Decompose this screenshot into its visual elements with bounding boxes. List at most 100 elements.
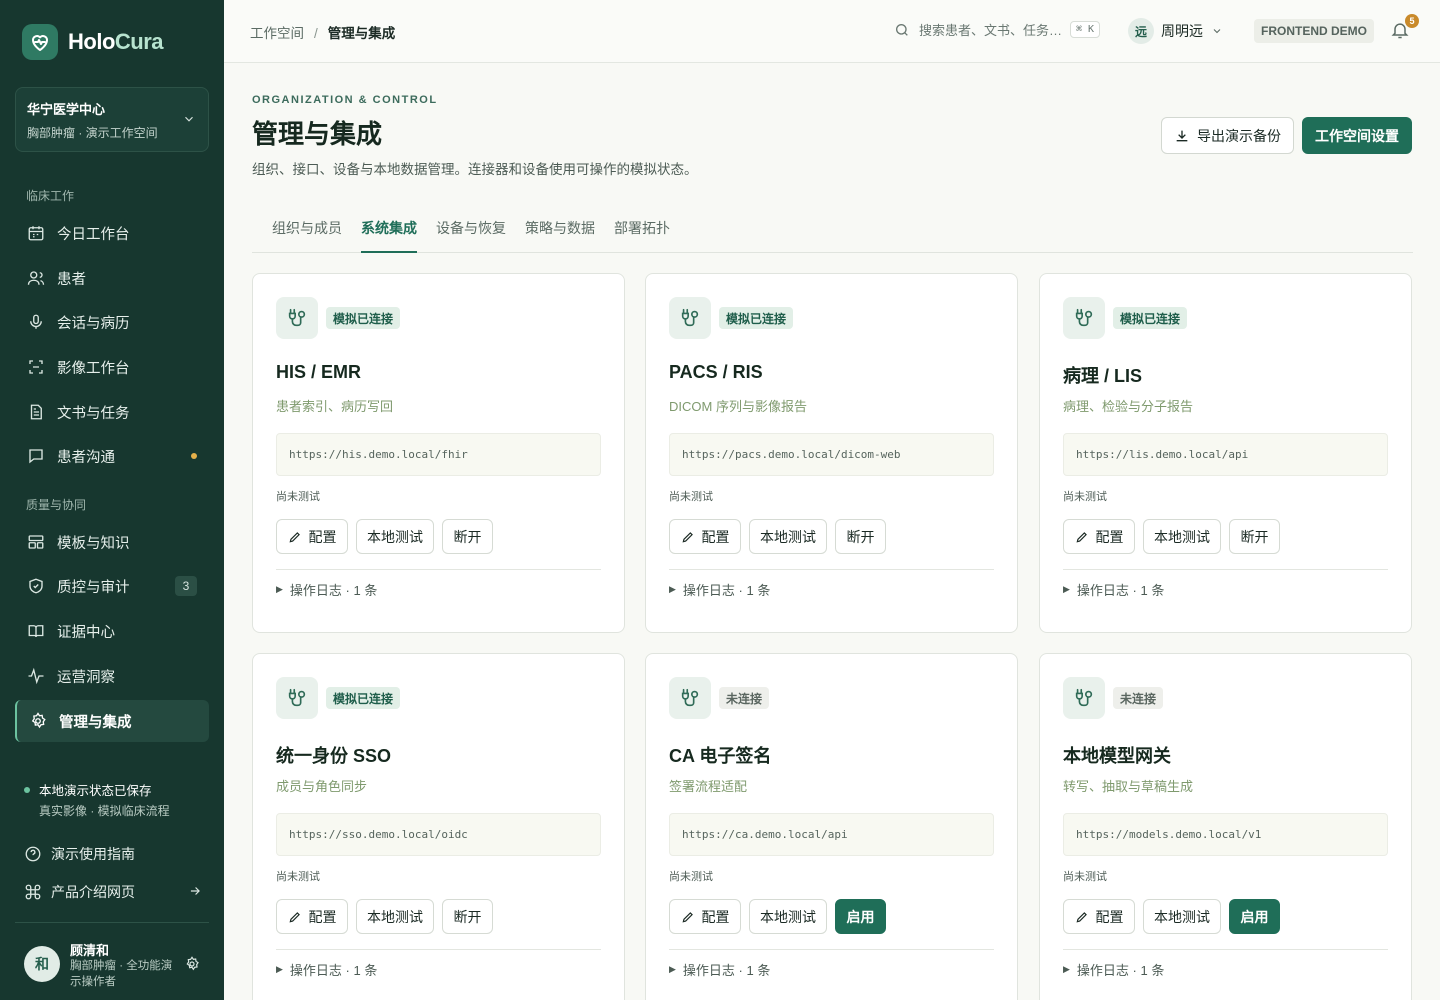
tab-bar: 组织与成员 系统集成 设备与恢复 策略与数据 部署拓扑 [252, 205, 1413, 253]
connector-card: 未连接 本地模型网关 转写、抽取与草稿生成 https://models.dem… [1039, 653, 1412, 1000]
sidebar-item-templates[interactable]: 模板与知识 [15, 521, 209, 563]
brand-name: HoloCura [68, 29, 164, 54]
tab-topology[interactable]: 部署拓扑 [614, 218, 670, 253]
workspace-settings-button[interactable]: 工作空间设置 [1302, 117, 1412, 154]
configure-button[interactable]: 配置 [276, 519, 348, 554]
sidebar-item-sessions[interactable]: 会话与病历 [15, 301, 209, 343]
workspace-name: 华宁医学中心 [27, 102, 106, 117]
local-test-button[interactable]: 本地测试 [356, 519, 434, 554]
configure-button[interactable]: 配置 [669, 899, 741, 934]
configure-button[interactable]: 配置 [669, 519, 741, 554]
endpoint-url-field[interactable]: https://lis.demo.local/api [1063, 433, 1388, 476]
command-icon [24, 883, 42, 901]
user-role: 胸部肿瘤 · 全功能演示操作者 [70, 960, 173, 988]
plug-icon [276, 677, 318, 719]
endpoint-url-field[interactable]: https://his.demo.local/fhir [276, 433, 601, 476]
search-icon [894, 22, 910, 38]
sidebar-item-communication[interactable]: 患者沟通 [15, 435, 209, 477]
scan-icon [27, 358, 45, 376]
connector-title: HIS / EMR [276, 362, 362, 382]
configure-button[interactable]: 配置 [1063, 899, 1135, 934]
sidebar-item-label: 患者 [57, 271, 86, 288]
operation-log-toggle[interactable]: ▶ 操作日志 · 1 条 [1063, 580, 1164, 599]
caret-right-icon: ▶ [276, 584, 283, 594]
status-badge: 模拟已连接 [719, 307, 794, 329]
workspace-switcher[interactable]: 华宁医学中心 胸部肿瘤 · 演示工作空间 [15, 87, 209, 152]
avatar: 远 [1128, 18, 1154, 44]
connector-description: 患者索引、病历写回 [276, 399, 394, 414]
connector-title: 本地模型网关 [1063, 746, 1171, 766]
demo-guide-link[interactable]: 演示使用指南 [24, 839, 202, 869]
message-icon [27, 447, 45, 465]
connector-card: 模拟已连接 HIS / EMR 患者索引、病历写回 https://his.de… [252, 273, 625, 633]
disconnect-button[interactable]: 断开 [835, 519, 886, 554]
card-divider [669, 949, 994, 950]
disconnect-button[interactable]: 断开 [442, 899, 493, 934]
sidebar-item-label: 模板与知识 [57, 535, 130, 552]
pencil-icon [288, 910, 302, 924]
sidebar-item-admin[interactable]: 管理与集成 [15, 700, 209, 742]
operation-log-toggle[interactable]: ▶ 操作日志 · 1 条 [669, 580, 770, 599]
tab-policy[interactable]: 策略与数据 [525, 218, 595, 253]
section-quality: 质量与协同 [26, 498, 87, 512]
sidebar-item-documents[interactable]: 文书与任务 [15, 391, 209, 433]
status-badge: 模拟已连接 [326, 307, 401, 329]
export-backup-button[interactable]: 导出演示备份 [1161, 117, 1294, 154]
breadcrumb-root[interactable]: 工作空间 [250, 26, 304, 41]
disconnect-button[interactable]: 断开 [442, 519, 493, 554]
brand[interactable]: HoloCura [22, 24, 164, 60]
global-search[interactable]: 搜索患者、文书、任务… ⌘ K [894, 20, 1101, 39]
configure-button[interactable]: 配置 [276, 899, 348, 934]
status-badge: 模拟已连接 [1113, 307, 1188, 329]
operation-log-toggle[interactable]: ▶ 操作日志 · 1 条 [1063, 960, 1164, 979]
download-icon [1174, 128, 1190, 144]
endpoint-url-field[interactable]: https://ca.demo.local/api [669, 813, 994, 856]
product-page-link[interactable]: 产品介绍网页 [24, 877, 202, 907]
local-test-button[interactable]: 本地测试 [749, 519, 827, 554]
sidebar-item-label: 证据中心 [57, 624, 115, 641]
tab-organization[interactable]: 组织与成员 [272, 218, 342, 253]
heart-logo-icon [22, 24, 58, 60]
connector-description: 病理、检验与分子报告 [1063, 399, 1194, 414]
sidebar-item-today[interactable]: 今日工作台 [15, 212, 209, 254]
endpoint-url-field[interactable]: https://models.demo.local/v1 [1063, 813, 1388, 856]
local-test-button[interactable]: 本地测试 [749, 899, 827, 934]
caret-right-icon: ▶ [1063, 964, 1070, 974]
pencil-icon [681, 530, 695, 544]
connector-title: PACS / RIS [669, 362, 763, 382]
disconnect-button[interactable]: 断开 [1229, 519, 1280, 554]
endpoint-url-field[interactable]: https://sso.demo.local/oidc [276, 813, 601, 856]
caret-right-icon: ▶ [669, 584, 676, 594]
saved-status: 本地演示状态已保存 [24, 780, 152, 799]
user-settings-gear-icon[interactable] [184, 956, 200, 977]
endpoint-url-field[interactable]: https://pacs.demo.local/dicom-web [669, 433, 994, 476]
local-test-button[interactable]: 本地测试 [1143, 899, 1221, 934]
help-icon [24, 845, 42, 863]
test-status: 尚未测试 [669, 871, 713, 883]
sidebar-item-evidence[interactable]: 证据中心 [15, 610, 209, 652]
sidebar-item-label: 患者沟通 [57, 449, 115, 466]
connector-title: CA 电子签名 [669, 746, 772, 766]
local-test-button[interactable]: 本地测试 [356, 899, 434, 934]
local-test-button[interactable]: 本地测试 [1143, 519, 1221, 554]
chevron-down-icon [182, 112, 196, 131]
notification-count-badge: 5 [1405, 14, 1419, 28]
sidebar-item-label: 质控与审计 [57, 579, 130, 596]
operation-log-toggle[interactable]: ▶ 操作日志 · 1 条 [276, 960, 377, 979]
operation-log-toggle[interactable]: ▶ 操作日志 · 1 条 [669, 960, 770, 979]
connector-card: 模拟已连接 PACS / RIS DICOM 序列与影像报告 https://p… [645, 273, 1018, 633]
quality-count-badge: 3 [175, 576, 197, 596]
sidebar-item-quality[interactable]: 质控与审计 3 [15, 565, 209, 607]
enable-button[interactable]: 启用 [1229, 899, 1280, 934]
configure-button[interactable]: 配置 [1063, 519, 1135, 554]
user-menu-name: 周明远 [1161, 23, 1203, 39]
tab-integration[interactable]: 系统集成 [361, 218, 417, 253]
tab-devices[interactable]: 设备与恢复 [436, 218, 506, 253]
enable-button[interactable]: 启用 [835, 899, 886, 934]
sidebar-item-patients[interactable]: 患者 [15, 257, 209, 299]
sidebar-item-imaging[interactable]: 影像工作台 [15, 346, 209, 388]
sidebar-item-insights[interactable]: 运营洞察 [15, 655, 209, 697]
connector-card: 模拟已连接 统一身份 SSO 成员与角色同步 https://sso.demo.… [252, 653, 625, 1000]
user-menu[interactable]: 远 周明远 [1128, 18, 1223, 44]
operation-log-toggle[interactable]: ▶ 操作日志 · 1 条 [276, 580, 377, 599]
